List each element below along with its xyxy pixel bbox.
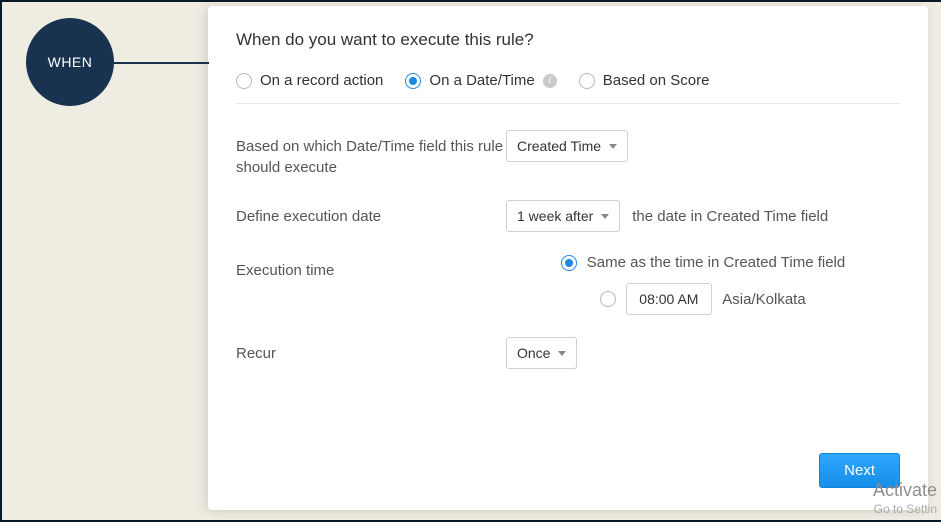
step-badge: WHEN bbox=[26, 18, 114, 106]
page-root: WHEN When do you want to execute this ru… bbox=[0, 0, 941, 522]
trigger-option-score[interactable]: Based on Score bbox=[579, 72, 710, 89]
next-button[interactable]: Next bbox=[819, 453, 900, 488]
trigger-option-record[interactable]: On a record action bbox=[236, 72, 383, 89]
exec-time-option-same[interactable]: Same as the time in Created Time field bbox=[561, 254, 845, 271]
define-date-label: Define execution date bbox=[236, 200, 506, 227]
dropdown-value: 1 week after bbox=[517, 208, 593, 224]
define-date-dropdown[interactable]: 1 week after bbox=[506, 200, 620, 232]
row-based-on-field: Based on which Date/Time field this rule… bbox=[236, 130, 900, 178]
trigger-option-label: Based on Score bbox=[603, 72, 710, 89]
chevron-down-icon bbox=[609, 144, 617, 149]
row-recur: Recur Once bbox=[236, 337, 900, 369]
info-icon[interactable]: i bbox=[543, 74, 557, 88]
exec-time-tz: Asia/Kolkata bbox=[722, 291, 805, 308]
exec-time-same-label: Same as the time in Created Time field bbox=[587, 254, 845, 271]
exec-time-option-custom[interactable]: 08:00 AM Asia/Kolkata bbox=[600, 283, 805, 315]
trigger-option-datetime[interactable]: On a Date/Time i bbox=[405, 72, 556, 89]
card-question: When do you want to execute this rule? bbox=[236, 30, 900, 50]
chevron-down-icon bbox=[558, 351, 566, 356]
dropdown-value: Once bbox=[517, 345, 550, 361]
row-define-date: Define execution date 1 week after the d… bbox=[236, 200, 900, 232]
card-footer: Next bbox=[819, 453, 900, 488]
radio-icon bbox=[405, 73, 421, 89]
radio-icon bbox=[236, 73, 252, 89]
exec-time-label: Execution time bbox=[236, 254, 506, 281]
based-on-label: Based on which Date/Time field this rule… bbox=[236, 130, 506, 178]
recur-label: Recur bbox=[236, 337, 506, 364]
rule-card: When do you want to execute this rule? O… bbox=[208, 6, 928, 510]
trigger-options: On a record action On a Date/Time i Base… bbox=[236, 72, 900, 104]
based-on-dropdown[interactable]: Created Time bbox=[506, 130, 628, 162]
radio-icon bbox=[579, 73, 595, 89]
trigger-option-label: On a Date/Time bbox=[429, 72, 534, 89]
row-exec-time: Execution time Same as the time in Creat… bbox=[236, 254, 900, 315]
step-connector bbox=[114, 62, 209, 64]
radio-icon bbox=[600, 291, 616, 307]
trigger-option-label: On a record action bbox=[260, 72, 383, 89]
chevron-down-icon bbox=[601, 214, 609, 219]
step-badge-label: WHEN bbox=[48, 54, 93, 70]
dropdown-value: Created Time bbox=[517, 138, 601, 154]
recur-dropdown[interactable]: Once bbox=[506, 337, 577, 369]
exec-time-input[interactable]: 08:00 AM bbox=[626, 283, 712, 315]
define-date-suffix: the date in Created Time field bbox=[632, 208, 828, 225]
radio-icon bbox=[561, 255, 577, 271]
